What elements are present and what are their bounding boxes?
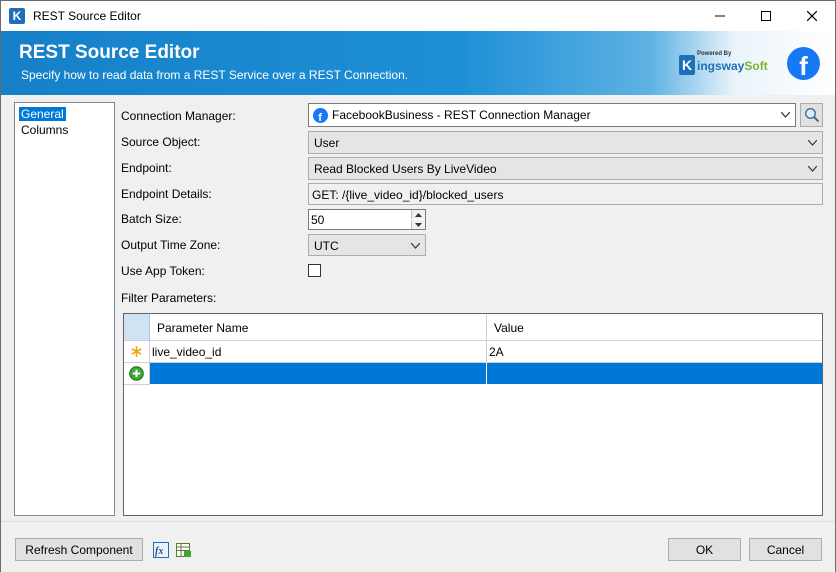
filter-parameters-grid: Parameter Name Value live_video_id 2A [123, 313, 823, 516]
refresh-component-button[interactable]: Refresh Component [15, 538, 143, 561]
title-bar: K REST Source Editor [1, 1, 835, 31]
endpoint-details-label: Endpoint Details: [121, 187, 212, 201]
connection-manager-select[interactable]: f FacebookBusiness - REST Connection Man… [308, 103, 796, 127]
endpoint-value: Read Blocked Users By LiveVideo [314, 162, 497, 176]
spreadsheet-icon [176, 543, 191, 557]
facebook-logo-icon: f [787, 47, 820, 80]
cell-value[interactable]: 2A [487, 341, 822, 363]
new-cell-parameter-name[interactable] [150, 363, 487, 385]
kingswaysoft-logo: Powered By K ingswaySoft [679, 51, 769, 77]
endpoint-details-value: GET: /{live_video_id}/blocked_users [312, 188, 504, 202]
arrow-down-icon [415, 222, 422, 227]
chevron-down-icon [411, 243, 420, 249]
nav-item-columns[interactable]: Columns [19, 123, 70, 137]
ok-button[interactable]: OK [668, 538, 741, 561]
fx-icon: fx [153, 542, 169, 558]
chevron-down-icon [808, 166, 817, 172]
svg-text:f: f [318, 112, 322, 123]
minimize-button[interactable] [697, 1, 743, 31]
table-row: live_video_id 2A [124, 341, 822, 363]
kingswaysoft-app-icon: K [9, 8, 25, 24]
endpoint-details-field: GET: /{live_video_id}/blocked_users [308, 183, 823, 205]
batch-size-value: 50 [311, 213, 325, 227]
close-icon [807, 11, 817, 21]
endpoint-select[interactable]: Read Blocked Users By LiveVideo [308, 157, 823, 180]
column-header-value[interactable]: Value [487, 314, 822, 341]
svg-text:fx: fx [155, 546, 163, 557]
facebook-icon: f [313, 108, 328, 123]
batch-size-decrement[interactable] [411, 220, 425, 229]
logo-powered-by: Powered By [697, 51, 732, 57]
minimize-icon [715, 15, 725, 17]
output-time-zone-value: UTC [314, 239, 339, 253]
connection-manager-label: Connection Manager: [121, 109, 236, 123]
page-navigation-list: General Columns [14, 102, 115, 516]
chevron-down-icon [808, 140, 817, 146]
asterisk-icon [131, 346, 142, 357]
close-button[interactable] [789, 1, 835, 31]
nav-item-general[interactable]: General [19, 107, 66, 121]
output-time-zone-label: Output Time Zone: [121, 238, 221, 252]
use-app-token-label: Use App Token: [121, 264, 205, 278]
grid-corner-header[interactable] [124, 314, 150, 341]
banner-title: REST Source Editor [19, 42, 200, 63]
logo-name: ingswaySoft [697, 59, 768, 73]
header-banner: REST Source Editor Specify how to read d… [1, 31, 835, 95]
column-header-parameter-name[interactable]: Parameter Name [150, 314, 487, 341]
source-object-label: Source Object: [121, 135, 201, 149]
batch-size-label: Batch Size: [121, 212, 182, 226]
new-row [124, 363, 822, 385]
expression-fx-button[interactable]: fx [153, 542, 169, 558]
endpoint-label: Endpoint: [121, 161, 172, 175]
new-cell-value[interactable] [487, 363, 822, 385]
batch-size-increment[interactable] [411, 210, 425, 219]
add-row-button[interactable] [124, 363, 150, 385]
source-object-value: User [314, 136, 340, 150]
output-time-zone-select[interactable]: UTC [308, 234, 426, 256]
variables-button[interactable] [176, 542, 192, 558]
source-object-select[interactable]: User [308, 131, 823, 154]
maximize-icon [761, 11, 771, 21]
window-title: REST Source Editor [33, 9, 141, 23]
logo-k-icon: K [679, 55, 695, 75]
filter-parameters-label: Filter Parameters: [121, 291, 217, 305]
banner-subtitle: Specify how to read data from a REST Ser… [21, 68, 409, 82]
maximize-button[interactable] [743, 1, 789, 31]
add-icon [129, 366, 144, 381]
bottom-bar: Refresh Component fx OK Cancel [1, 521, 835, 572]
chevron-down-icon [781, 112, 790, 118]
rest-source-editor-window: K REST Source Editor REST Source Editor … [0, 0, 836, 572]
search-icon [804, 107, 819, 123]
batch-size-stepper[interactable]: 50 [308, 209, 426, 230]
connection-search-button[interactable] [800, 103, 823, 127]
connection-manager-value: FacebookBusiness - REST Connection Manag… [332, 108, 591, 122]
cell-parameter-name[interactable]: live_video_id [150, 341, 487, 363]
use-app-token-checkbox[interactable] [308, 264, 321, 277]
row-header[interactable] [124, 341, 150, 363]
arrow-up-icon [415, 212, 422, 217]
cancel-button[interactable]: Cancel [749, 538, 822, 561]
